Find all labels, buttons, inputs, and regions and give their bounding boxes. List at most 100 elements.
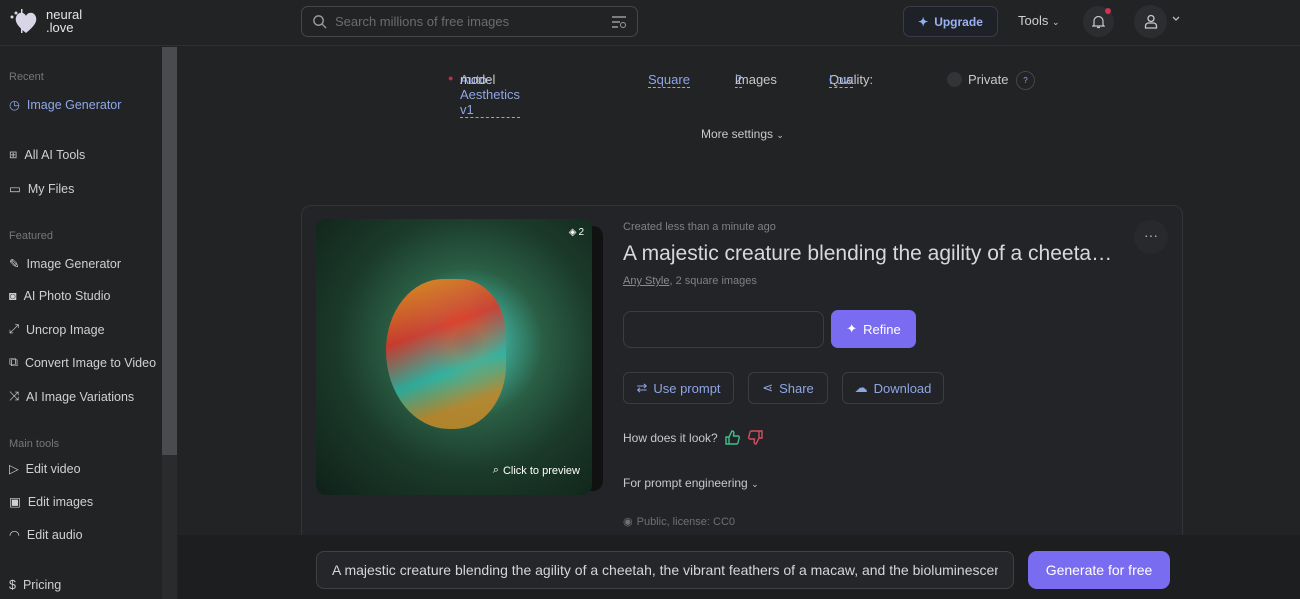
prompt-engineering-toggle[interactable]: For prompt engineering ⌄: [623, 476, 759, 490]
bell-icon: [1092, 15, 1105, 28]
dollar-icon: $: [9, 578, 16, 592]
result-subtitle: Any Style, 2 square images: [623, 275, 757, 287]
sparkle-icon: ✦: [918, 14, 929, 29]
user-icon: [1144, 14, 1157, 29]
preview-label: Click to preview: [502, 464, 580, 477]
feedback-row: How does it look?: [623, 429, 764, 446]
tools-label: Tools: [1018, 13, 1049, 28]
share-label: Share: [779, 380, 814, 396]
sidebar-item-pricing[interactable]: $ Pricing: [9, 578, 61, 592]
sidebar-item-label: All AI Tools: [24, 148, 86, 162]
sidebar-item-uncrop-image[interactable]: ⤢ Uncrop Image: [9, 322, 105, 337]
sidebar-item-convert-image-to-video[interactable]: ⧉ Convert Image to Video: [9, 355, 156, 370]
thumbs-up-icon[interactable]: [724, 429, 741, 446]
sidebar-item-label: Edit video: [25, 461, 81, 476]
sidebar-item-label: AI Image Variations: [26, 389, 135, 404]
generated-image[interactable]: ◈ 2 ⌕ Click to preview: [316, 219, 592, 495]
sidebar-item-ai-photo-studio[interactable]: ◙ AI Photo Studio: [9, 289, 110, 303]
use-prompt-button[interactable]: ⇄ Use prompt: [623, 372, 734, 404]
heart-logo-icon: [10, 9, 37, 33]
feedback-label: How does it look?: [623, 430, 718, 445]
refine-label: Refine: [863, 321, 901, 337]
brush-icon: ✎: [9, 257, 20, 271]
play-icon: ▷: [9, 462, 19, 476]
image-count-badge: ◈ 2: [569, 227, 584, 238]
quality-link[interactable]: Low: [829, 72, 853, 88]
sidebar-item-edit-audio[interactable]: ◠ Edit audio: [9, 527, 83, 543]
sidebar-item-label: Convert Image to Video: [24, 355, 157, 370]
sidebar-item-label: Edit images: [27, 494, 94, 509]
result-title: A majestic creature blending the agility…: [623, 242, 1113, 265]
download-button[interactable]: ☁ Download: [842, 372, 944, 404]
filter-icon[interactable]: [611, 15, 627, 29]
eye-icon: ◉: [623, 516, 633, 528]
upgrade-label: Upgrade: [934, 14, 983, 29]
avatar[interactable]: [1134, 5, 1167, 38]
sidebar-scrollbar-track: [162, 455, 177, 599]
sidebar-item-label: Image Generator: [26, 97, 122, 112]
style-suffix: , 2 square images: [669, 275, 757, 287]
layers-icon: ◈: [568, 227, 577, 238]
grid-icon: ⊞: [9, 149, 18, 161]
private-label: Private: [968, 72, 1009, 87]
image-icon: ▣: [9, 495, 21, 509]
created-time: Created less than a minute ago: [623, 221, 776, 233]
upgrade-button[interactable]: ✦ Upgrade: [903, 6, 998, 37]
help-icon[interactable]: ?: [1016, 71, 1035, 90]
aspect-link[interactable]: Square: [648, 72, 690, 88]
repeat-icon: ⇄: [636, 380, 648, 395]
share-icon: ⋖: [762, 380, 774, 395]
sidebar-item-label: AI Photo Studio: [23, 289, 111, 303]
search-input[interactable]: [335, 14, 603, 29]
sparkle-icon: ✦: [846, 321, 858, 336]
sidebar-item-label: Image Generator: [26, 256, 121, 271]
sidebar-item-my-files[interactable]: ▭ My Files: [9, 181, 74, 197]
cloud-download-icon: ☁: [854, 380, 868, 395]
notification-dot: [1105, 8, 1111, 14]
section-featured: Featured: [9, 230, 54, 242]
sidebar-item-edit-images[interactable]: ▣ Edit images: [9, 494, 94, 510]
prompt-input[interactable]: [316, 551, 1014, 589]
logo[interactable]: neural .love: [8, 6, 82, 36]
style-link[interactable]: Any Style: [623, 275, 669, 287]
more-settings-label: More settings: [701, 127, 774, 141]
sidebar-item-all-ai-tools[interactable]: ⊞ All AI Tools: [9, 148, 85, 162]
prompt-engineering-label: For prompt engineering: [623, 476, 748, 490]
notifications-button[interactable]: [1083, 6, 1114, 37]
section-main-tools: Main tools: [9, 438, 60, 450]
sidebar-item-edit-video[interactable]: ▷ Edit video: [9, 461, 81, 477]
chevron-down-icon[interactable]: [1171, 15, 1181, 23]
status-dot: ●: [448, 73, 454, 83]
logo-text-2: .love: [46, 20, 74, 35]
expand-icon: ⤢: [9, 322, 20, 336]
creature-illustration: [386, 279, 506, 429]
headphones-icon: ◠: [9, 528, 20, 542]
sidebar-item-image-generator[interactable]: ✎ Image Generator: [9, 256, 121, 272]
clock-icon: ◷: [9, 98, 20, 112]
chevron-down-icon: ⌄: [751, 479, 759, 489]
generate-button[interactable]: Generate for free: [1028, 551, 1170, 589]
sidebar-item-ai-image-variations[interactable]: ⤨ AI Image Variations: [9, 389, 134, 404]
more-options-button[interactable]: ···: [1134, 220, 1168, 254]
tools-menu[interactable]: Tools ⌄: [1018, 13, 1060, 28]
convert-icon: ⧉: [9, 355, 18, 369]
license-label: Public, license: CC0: [636, 515, 736, 528]
sidebar-item-label: Uncrop Image: [26, 322, 105, 337]
sidebar-scrollbar[interactable]: [162, 47, 177, 455]
shuffle-icon: ⤨: [9, 389, 20, 403]
sidebar-item-label: Pricing: [22, 578, 62, 592]
chevron-down-icon: ⌄: [1051, 17, 1060, 27]
search-icon: [313, 15, 327, 29]
more-settings-button[interactable]: More settings ⌄: [701, 127, 784, 141]
top-bar: neural.love ✦ Upgrade Tools ⌄: [0, 0, 1300, 46]
sidebar-item-recent-image-generator[interactable]: ◷ Image Generator: [9, 97, 122, 113]
model-suffix: model: [460, 72, 496, 87]
refine-input[interactable]: [623, 311, 824, 348]
click-to-preview[interactable]: ⌕ Click to preview: [493, 464, 580, 477]
thumbs-down-icon[interactable]: [747, 429, 764, 446]
camera-icon: ◙: [9, 289, 17, 303]
private-toggle[interactable]: [947, 72, 962, 87]
refine-button[interactable]: ✦ Refine: [831, 310, 916, 348]
sidebar: Recent ◷ Image Generator ⊞ All AI Tools ▭ M…: [0, 47, 162, 599]
share-button[interactable]: ⋖ Share: [748, 372, 828, 404]
